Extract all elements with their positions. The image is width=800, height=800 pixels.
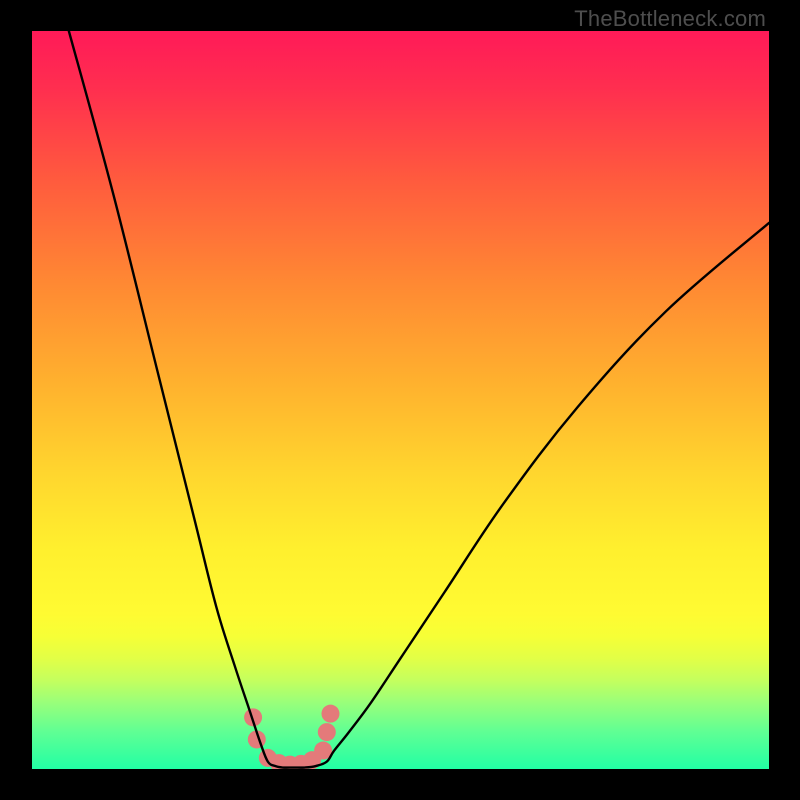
plot-area [32, 31, 769, 769]
bottleneck-curve [69, 31, 769, 768]
chart-svg [32, 31, 769, 769]
watermark-text: TheBottleneck.com [574, 6, 766, 32]
valley-dot [318, 723, 336, 741]
outer-frame: TheBottleneck.com [0, 0, 800, 800]
valley-dot [321, 705, 339, 723]
